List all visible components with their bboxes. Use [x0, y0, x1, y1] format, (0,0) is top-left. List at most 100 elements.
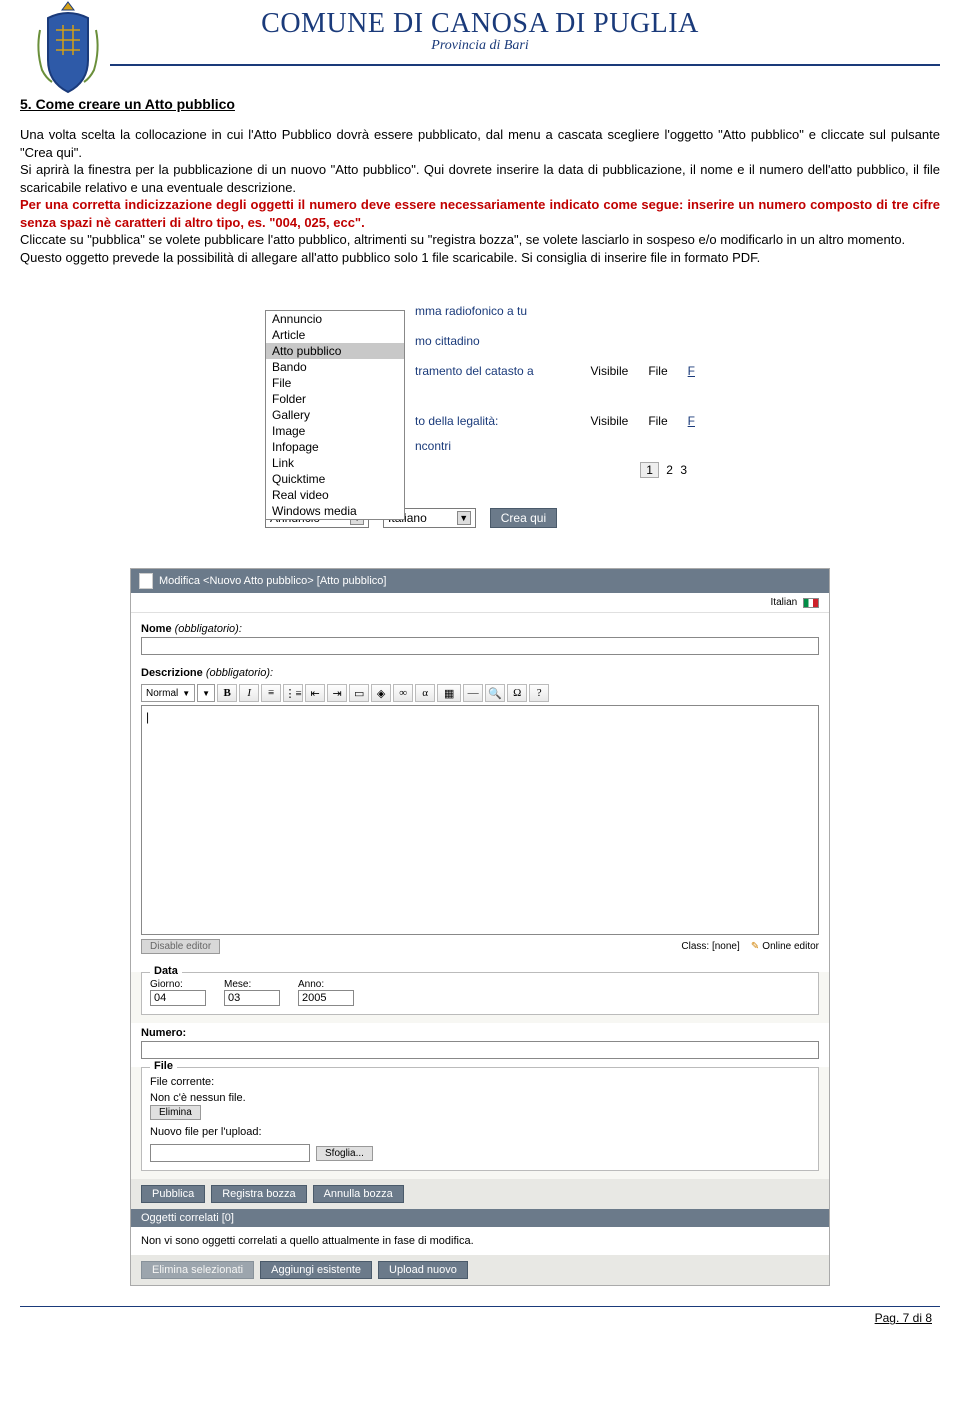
- object-button[interactable]: ◈: [371, 684, 391, 702]
- upload-new-button[interactable]: Upload nuovo: [378, 1261, 468, 1279]
- form-actions: Pubblica Registra bozza Annulla bozza: [131, 1179, 829, 1209]
- special-button[interactable]: Ω: [507, 684, 527, 702]
- paragraph-5: Questo oggetto prevede la possibilità di…: [20, 249, 940, 267]
- editor-toolbar: Normal▼ ▼ B I ≡ ⋮≡ ⇤ ⇥ ▭ ◈ ∞ α ▦ — 🔍 Ω ?: [141, 681, 819, 705]
- delete-file-button[interactable]: Elimina: [150, 1105, 201, 1120]
- indent-button[interactable]: ⇥: [327, 684, 347, 702]
- style-select[interactable]: Normal▼: [141, 684, 195, 702]
- chevron-down-icon: ▼: [182, 689, 190, 698]
- dd-item-realvideo[interactable]: Real video: [266, 487, 404, 503]
- related-titlebar: Oggetti correlati [0]: [131, 1209, 829, 1227]
- date-fieldset: Data Giorno: Mese: Anno:: [141, 972, 819, 1015]
- dd-item-file[interactable]: File: [266, 375, 404, 391]
- help-button[interactable]: ?: [529, 684, 549, 702]
- col-visibility: Visibile: [591, 364, 649, 378]
- day-label: Giorno:: [150, 979, 206, 990]
- language-indicator: Italian: [131, 593, 829, 613]
- dd-item-windowsmedia[interactable]: Windows media: [266, 503, 404, 519]
- flag-italy-icon: [803, 598, 819, 608]
- col-file: File: [648, 414, 687, 428]
- page-header: COMUNE DI CANOSA DI PUGLIA Provincia di …: [0, 0, 960, 58]
- cancel-draft-button[interactable]: Annulla bozza: [313, 1185, 404, 1203]
- upload-label: Nuovo file per l'upload:: [150, 1124, 810, 1140]
- page-2[interactable]: 2: [666, 463, 673, 477]
- chevron-down-icon: ▼: [202, 689, 210, 698]
- find-button[interactable]: 🔍: [485, 684, 505, 702]
- editor-footer: Disable editor Class: [none] Online edit…: [141, 935, 819, 962]
- year-label: Anno:: [298, 979, 354, 990]
- col-visibility: Visibile: [591, 414, 649, 428]
- table-button[interactable]: ▦: [437, 684, 461, 702]
- online-editor-label[interactable]: Online editor: [751, 941, 819, 952]
- object-type-dropdown-open[interactable]: Annuncio Article Atto pubblico Bando Fil…: [265, 310, 405, 520]
- description-editor[interactable]: |: [141, 705, 819, 935]
- related-body: Non vi sono oggetti correlati a quello a…: [131, 1227, 829, 1255]
- file-legend: File: [150, 1060, 177, 1072]
- save-draft-button[interactable]: Registra bozza: [211, 1185, 306, 1203]
- image-button[interactable]: ▭: [349, 684, 369, 702]
- dd-item-gallery[interactable]: Gallery: [266, 407, 404, 423]
- form-titlebar: Modifica <Nuovo Atto pubblico> [Atto pub…: [131, 569, 829, 593]
- number-label: Numero:: [141, 1023, 819, 1041]
- description-label: Descrizione (obbligatorio):: [141, 663, 819, 681]
- name-label: Nome (obbligatorio):: [141, 619, 819, 637]
- year-input[interactable]: [298, 990, 354, 1006]
- header-subtitle: Provincia di Bari: [20, 38, 940, 54]
- numbers-button[interactable]: ⋮≡: [283, 684, 303, 702]
- dd-item-image[interactable]: Image: [266, 423, 404, 439]
- col-file: File: [648, 364, 687, 378]
- no-file-text: Non c'è nessun file.: [150, 1090, 810, 1106]
- date-legend: Data: [150, 965, 182, 977]
- col-action[interactable]: F: [688, 364, 695, 378]
- dd-item-link[interactable]: Link: [266, 455, 404, 471]
- number-input[interactable]: [141, 1041, 819, 1059]
- page-3[interactable]: 3: [680, 463, 687, 477]
- anchor-button[interactable]: α: [415, 684, 435, 702]
- screenshot-edit-form: Modifica <Nuovo Atto pubblico> [Atto pub…: [130, 568, 830, 1286]
- page-1[interactable]: 1: [640, 462, 659, 478]
- bold-button[interactable]: B: [217, 684, 237, 702]
- document-icon: [139, 573, 153, 589]
- disable-editor-button[interactable]: Disable editor: [141, 939, 220, 954]
- chevron-down-icon: ▼: [457, 511, 471, 525]
- hr-button[interactable]: —: [463, 684, 483, 702]
- name-input[interactable]: [141, 637, 819, 655]
- form-title: Modifica <Nuovo Atto pubblico> [Atto pub…: [159, 575, 386, 587]
- bullets-button[interactable]: ≡: [261, 684, 281, 702]
- upload-path-input[interactable]: [150, 1144, 310, 1162]
- paragraph-2: Si aprirà la finestra per la pubblicazio…: [20, 161, 940, 196]
- language-label: Italian: [771, 597, 798, 608]
- header-title: COMUNE DI CANOSA DI PUGLIA: [20, 8, 940, 40]
- class-label: Class: [none]: [681, 941, 739, 952]
- outdent-button[interactable]: ⇤: [305, 684, 325, 702]
- month-label: Mese:: [224, 979, 280, 990]
- paragraph-1: Una volta scelta la collocazione in cui …: [20, 126, 940, 161]
- page-number: Pag. 7 di 8: [0, 1307, 960, 1335]
- section-heading: 5. Come creare un Atto pubblico: [20, 96, 940, 112]
- dd-item-quicktime[interactable]: Quicktime: [266, 471, 404, 487]
- dd-item-infopage[interactable]: Infopage: [266, 439, 404, 455]
- delete-selected-button[interactable]: Elimina selezionati: [141, 1261, 254, 1279]
- day-input[interactable]: [150, 990, 206, 1006]
- month-input[interactable]: [224, 990, 280, 1006]
- link-button[interactable]: ∞: [393, 684, 413, 702]
- dd-item-folder[interactable]: Folder: [266, 391, 404, 407]
- paragraph-3-warning: Per una corretta indicizzazione degli og…: [20, 196, 940, 231]
- dd-item-article[interactable]: Article: [266, 327, 404, 343]
- col-action[interactable]: F: [688, 414, 695, 428]
- browse-button[interactable]: Sfoglia...: [316, 1146, 373, 1161]
- paragraph-4: Cliccate su "pubblica" se volete pubblic…: [20, 231, 940, 249]
- dd-item-annuncio[interactable]: Annuncio: [266, 311, 404, 327]
- dd-item-atto-pubblico[interactable]: Atto pubblico: [266, 343, 404, 359]
- related-actions: Elimina selezionati Aggiungi esistente U…: [131, 1255, 829, 1285]
- italic-button[interactable]: I: [239, 684, 259, 702]
- publish-button[interactable]: Pubblica: [141, 1185, 205, 1203]
- screenshot-dropdown-menu: Annuncio Article Atto pubblico Bando Fil…: [265, 296, 695, 528]
- dd-item-bando[interactable]: Bando: [266, 359, 404, 375]
- city-crest-icon: [28, 0, 108, 95]
- size-select[interactable]: ▼: [197, 684, 215, 702]
- add-existing-button[interactable]: Aggiungi esistente: [260, 1261, 372, 1279]
- document-body: 5. Come creare un Atto pubblico Una volt…: [0, 66, 960, 276]
- create-here-button[interactable]: Crea qui: [490, 508, 557, 528]
- current-file-label: File corrente:: [150, 1074, 810, 1090]
